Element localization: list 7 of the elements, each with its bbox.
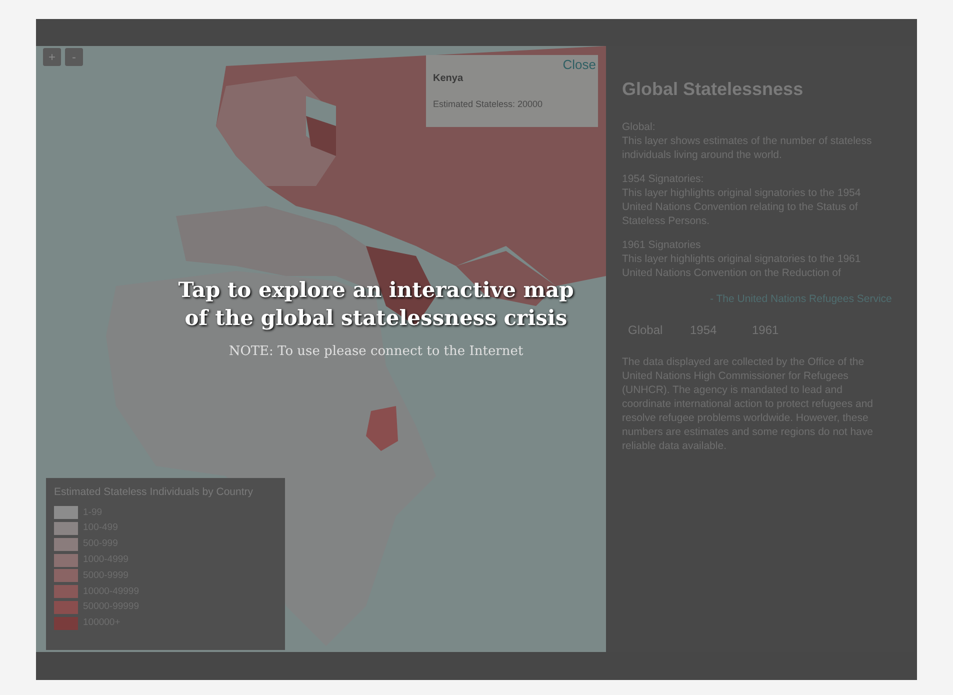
zoom-button[interactable]: - (65, 48, 83, 66)
country-name: Kenya (433, 72, 464, 86)
overlay-title[interactable]: Tap to explore an interactive map (178, 276, 574, 304)
overlay-note: NOTE: To use please connect to the Internet (228, 343, 524, 361)
close-link[interactable]: Close (562, 55, 596, 74)
stateless-estimate: Estimated Stateless: 20000 (433, 98, 544, 111)
zoom-button[interactable]: + (43, 48, 61, 66)
